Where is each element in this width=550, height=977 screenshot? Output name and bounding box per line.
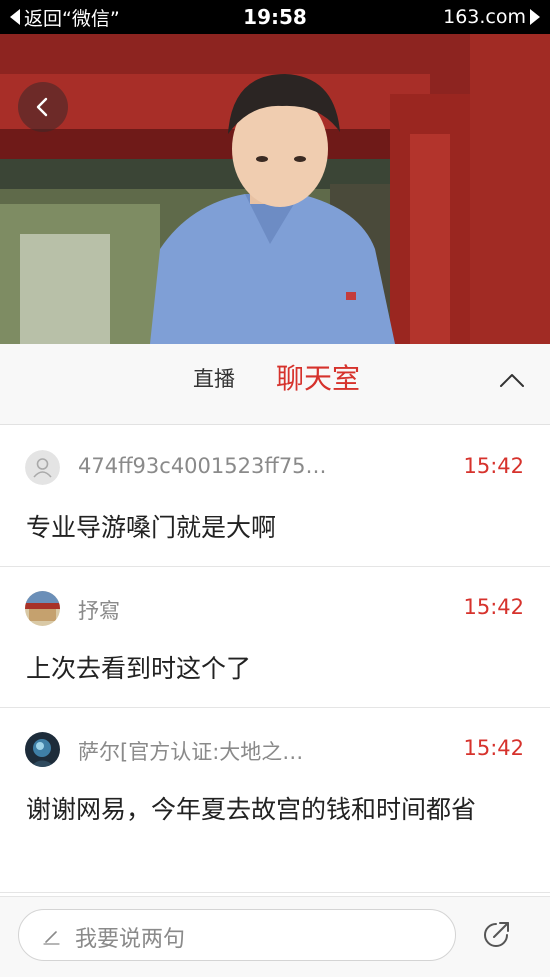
share-button[interactable] — [480, 917, 514, 951]
back-arrow-icon — [36, 97, 48, 117]
comment-bar: 我要说两句 — [0, 896, 550, 977]
message-time: 15:42 — [463, 736, 524, 760]
comment-input[interactable]: 我要说两句 — [18, 909, 456, 961]
tab-bar: 直播 聊天室 — [0, 344, 550, 425]
status-back-text: 返回“微信” — [24, 7, 120, 30]
chat-list: 474ff93c4001523ff75… 15:42 专业导游嗓门就是大啊 抒寫… — [0, 426, 550, 893]
share-icon — [484, 922, 509, 947]
status-back[interactable]: 返回“微信” — [10, 4, 190, 31]
chat-message: 萨尔[官方认证:大地之… 15:42 谢谢网易，今年夏去故宫的钱和时间都省 — [0, 708, 550, 893]
message-username: 萨尔[官方认证:大地之… — [78, 740, 304, 764]
comment-placeholder: 我要说两句 — [75, 927, 186, 952]
avatar[interactable] — [25, 450, 60, 485]
chevron-up-icon — [500, 374, 524, 387]
video-frame — [0, 34, 550, 344]
message-text: 谢谢网易，今年夏去故宫的钱和时间都省 — [26, 795, 477, 824]
tab-chat[interactable]: 聊天室 — [276, 357, 360, 397]
pencil-icon — [43, 931, 60, 945]
forward-triangle-icon — [530, 9, 540, 25]
message-username: 474ff93c4001523ff75… — [78, 454, 327, 478]
chat-message: 474ff93c4001523ff75… 15:42 专业导游嗓门就是大啊 — [0, 426, 550, 567]
status-site-text: 163.com — [443, 6, 526, 28]
back-triangle-icon — [10, 9, 20, 25]
live-video[interactable] — [0, 34, 550, 344]
chat-message: 抒寫 15:42 上次去看到时这个了 — [0, 567, 550, 708]
message-username: 抒寫 — [78, 599, 120, 623]
building-avatar-icon — [25, 591, 60, 626]
tab-live[interactable]: 直播 — [193, 363, 235, 393]
message-text: 上次去看到时这个了 — [26, 654, 252, 683]
avatar[interactable] — [25, 732, 60, 767]
collapse-button[interactable] — [495, 364, 529, 398]
back-button[interactable] — [18, 82, 68, 132]
status-bar: 返回“微信” 19:58 163.com — [0, 0, 550, 34]
message-text: 专业导游嗓门就是大啊 — [26, 513, 277, 542]
status-time: 19:58 — [243, 5, 307, 29]
message-time: 15:42 — [463, 454, 524, 478]
message-time: 15:42 — [463, 595, 524, 619]
user-icon — [25, 450, 60, 485]
status-site[interactable]: 163.com — [360, 6, 540, 28]
avatar[interactable] — [25, 591, 60, 626]
game-avatar-icon — [25, 732, 60, 767]
